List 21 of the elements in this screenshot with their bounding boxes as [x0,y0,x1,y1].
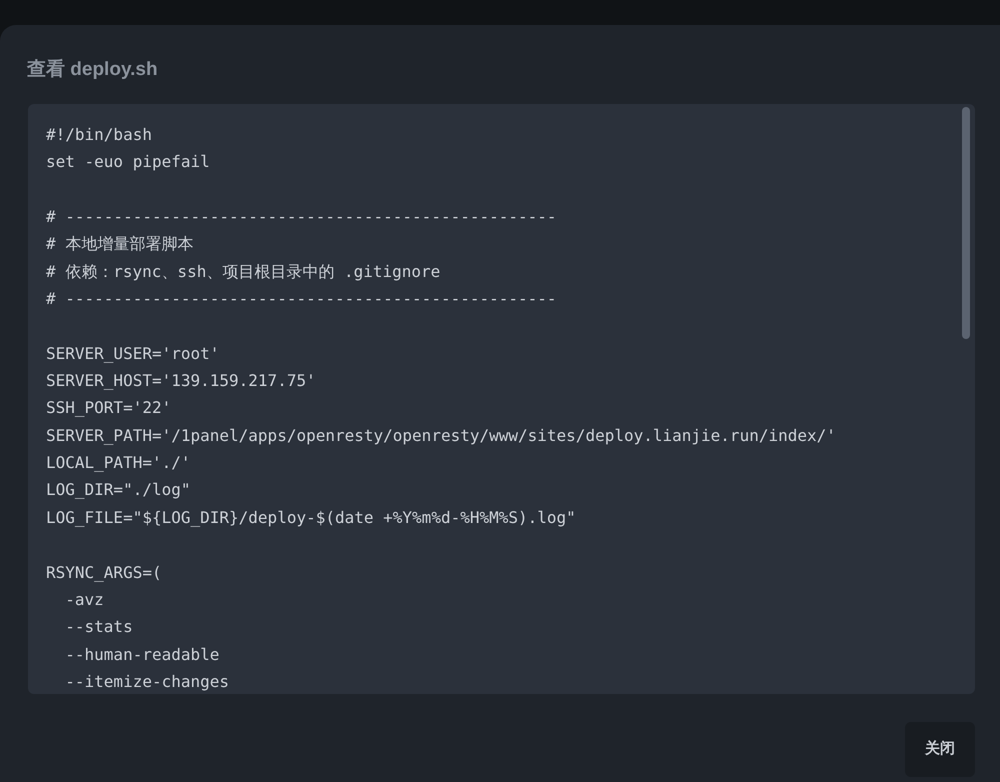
code-line: # 本地增量部署脚本 [46,234,194,254]
code-line: LOCAL_PATH='./' [46,453,190,472]
code-line: #!/bin/bash [46,125,152,144]
scrollbar-thumb[interactable] [962,107,970,339]
code-line: # 依赖：rsync、ssh、项目根目录中的 .gitignore [46,262,440,281]
dialog-title: 查看 deploy.sh [27,58,158,82]
code-line: SSH_PORT='22' [46,398,172,418]
code-line: --human-readable [64,644,220,664]
code-line: -avz [64,590,104,609]
code-line: --itemize-changes [64,672,230,691]
code-line: SERVER_PATH='/1panel/apps/openresty/openresty/www/sites/deploy.lianjie.run/index/' [46,426,836,445]
code-line: RSYNC_ARGS=( [46,562,162,582]
code-line: LOG_DIR="./log" [46,480,190,500]
code-line: SERVER_USER='root' [46,344,220,363]
code-line: SERVER_HOST='139.159.217.75' [46,371,316,390]
code-line: set -euo pipefail [46,152,210,172]
close-button[interactable]: 关闭 [905,722,975,777]
code-line: # --------------------------------------------------- [46,289,557,308]
code-line: # --------------------------------------------------- [46,207,557,226]
code-line: --stats [64,617,133,636]
code-line: LOG_FILE="${LOG_DIR}/deploy-$(date +%Y%m%d-%H%M%S).log" [46,508,576,527]
